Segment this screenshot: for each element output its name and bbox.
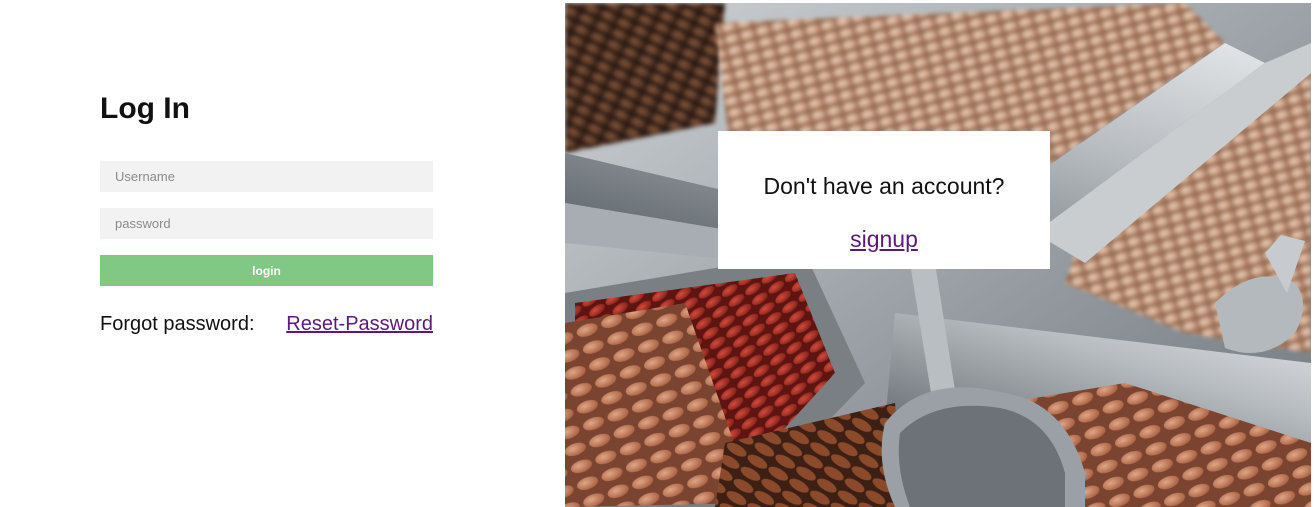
username-input[interactable] — [100, 161, 433, 192]
signup-card: Don't have an account? signup — [718, 131, 1050, 269]
login-page: Log In login Forgot password: Reset-Pass… — [0, 0, 1315, 507]
login-title: Log In — [100, 92, 190, 125]
forgot-password-label: Forgot password: — [100, 313, 255, 335]
signup-link[interactable]: signup — [718, 226, 1050, 253]
signup-question: Don't have an account? — [763, 173, 1005, 199]
login-panel: Log In login Forgot password: Reset-Pass… — [0, 0, 565, 507]
reset-password-link[interactable]: Reset-Password — [286, 313, 433, 336]
login-button[interactable]: login — [100, 255, 433, 286]
password-input[interactable] — [100, 208, 433, 239]
